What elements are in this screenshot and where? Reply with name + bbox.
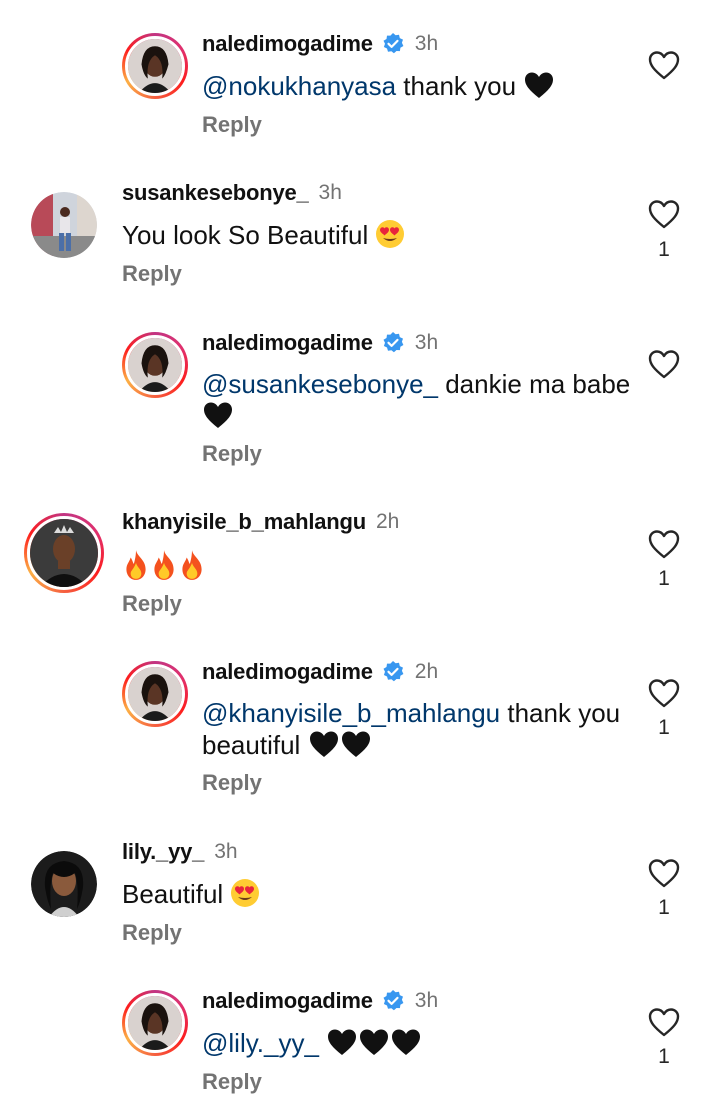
black-heart-icon	[340, 729, 372, 759]
timestamp: 3h	[414, 989, 439, 1012]
reply-button[interactable]: Reply	[122, 261, 182, 287]
username[interactable]: susankesebonye_	[122, 180, 309, 206]
comment-text: @lily._yy_	[202, 1027, 632, 1059]
avatar[interactable]	[24, 513, 104, 593]
like-heart-icon[interactable]	[648, 349, 680, 379]
comment-text: @nokukhanyasa thank you	[202, 70, 622, 102]
heart-eyes-emoji-icon	[230, 878, 260, 908]
comment-text: @susankesebonye_ dankie ma babe	[202, 369, 632, 432]
fire-emoji-icon	[178, 549, 206, 581]
like-count: 1	[658, 567, 670, 590]
avatar[interactable]	[31, 851, 97, 917]
like-heart-icon[interactable]	[648, 678, 680, 708]
black-heart-icon	[326, 1027, 358, 1057]
verified-badge-icon	[381, 660, 405, 684]
timestamp: 3h	[318, 181, 342, 204]
heart-eyes-emoji-icon	[375, 219, 405, 249]
avatar[interactable]	[122, 33, 188, 99]
timestamp: 3h	[414, 331, 439, 354]
mention-link[interactable]: @khanyisile_b_mahlangu	[202, 698, 500, 728]
like-count: 1	[658, 1045, 670, 1068]
verified-badge-icon	[381, 331, 405, 355]
black-heart-icon	[202, 400, 234, 430]
black-heart-icon	[390, 1027, 422, 1057]
mention-link[interactable]: @lily._yy_	[202, 1028, 319, 1058]
avatar[interactable]	[122, 990, 188, 1056]
comment-text	[122, 549, 422, 583]
fire-emoji-icon	[122, 549, 150, 581]
like-count: 1	[658, 238, 670, 261]
reply-button[interactable]: Reply	[202, 112, 262, 138]
reply-button[interactable]: Reply	[122, 591, 182, 617]
verified-badge-icon	[381, 989, 405, 1013]
comment-text: Beautiful	[122, 878, 522, 910]
avatar[interactable]	[31, 192, 97, 258]
timestamp: 2h	[376, 510, 400, 533]
like-heart-icon[interactable]	[648, 858, 680, 888]
like-heart-icon[interactable]	[648, 199, 680, 229]
username[interactable]: naledimogadime	[202, 31, 373, 57]
like-count: 1	[658, 716, 670, 739]
verified-badge-icon	[381, 32, 405, 56]
mention-link[interactable]: @susankesebonye_	[202, 369, 438, 399]
black-heart-icon	[308, 729, 340, 759]
black-heart-icon	[523, 70, 555, 100]
black-heart-icon	[358, 1027, 390, 1057]
timestamp: 2h	[414, 660, 439, 683]
avatar[interactable]	[122, 661, 188, 727]
comment-text: You look So Beautiful	[122, 219, 622, 251]
timestamp: 3h	[214, 840, 238, 863]
username[interactable]: khanyisile_b_mahlangu	[122, 509, 366, 535]
username[interactable]: naledimogadime	[202, 330, 373, 356]
reply-button[interactable]: Reply	[202, 441, 262, 467]
timestamp: 3h	[414, 32, 439, 55]
username[interactable]: naledimogadime	[202, 659, 373, 685]
username[interactable]: lily._yy_	[122, 839, 204, 865]
reply-button[interactable]: Reply	[122, 920, 182, 946]
like-count: 1	[658, 896, 670, 919]
like-heart-icon[interactable]	[648, 1007, 680, 1037]
username[interactable]: naledimogadime	[202, 988, 373, 1014]
comment-text: @khanyisile_b_mahlangu thank you beautif…	[202, 698, 621, 760]
like-heart-icon[interactable]	[648, 50, 680, 80]
mention-link[interactable]: @nokukhanyasa	[202, 71, 396, 101]
fire-emoji-icon	[150, 549, 178, 581]
reply-button[interactable]: Reply	[202, 770, 262, 796]
like-heart-icon[interactable]	[648, 529, 680, 559]
avatar[interactable]	[122, 332, 188, 398]
reply-button[interactable]: Reply	[202, 1069, 262, 1095]
